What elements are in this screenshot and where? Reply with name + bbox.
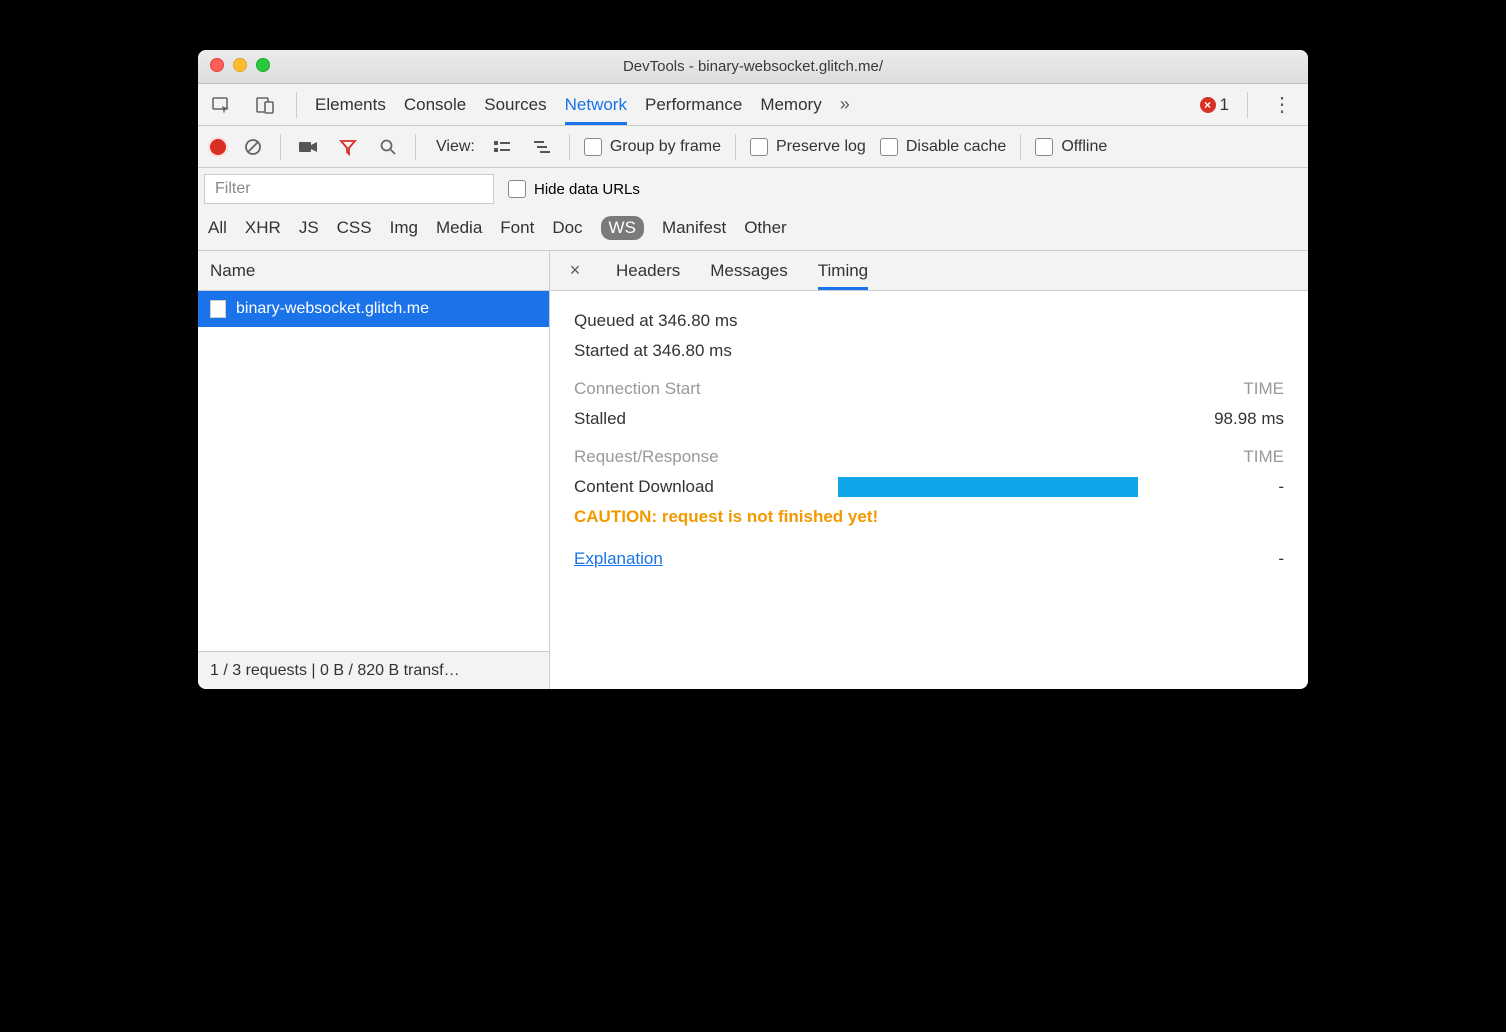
time-header: TIME — [1174, 379, 1284, 399]
content-download-bar — [834, 477, 1174, 497]
connection-start-heading: Connection Start — [574, 379, 834, 399]
more-tabs-button[interactable]: » — [840, 94, 850, 115]
clear-icon[interactable] — [240, 134, 266, 160]
request-response-heading: Request/Response — [574, 447, 834, 467]
explanation-link[interactable]: Explanation — [574, 549, 663, 568]
group-by-frame-checkbox[interactable]: Group by frame — [584, 138, 721, 156]
type-css[interactable]: CSS — [337, 218, 372, 238]
separator — [1020, 134, 1021, 160]
window-title: DevTools - binary-websocket.glitch.me/ — [623, 58, 883, 75]
camera-icon[interactable] — [295, 134, 321, 160]
record-button[interactable] — [210, 139, 226, 155]
timing-panel: Queued at 346.80 ms Started at 346.80 ms… — [550, 291, 1308, 589]
network-toolbar: View: Group by frame Preserve log Disabl… — [198, 126, 1308, 168]
separator — [1247, 92, 1248, 118]
tab-console[interactable]: Console — [404, 85, 466, 125]
file-icon — [210, 300, 226, 318]
type-xhr[interactable]: XHR — [245, 218, 281, 238]
traffic-lights — [210, 58, 270, 72]
tab-messages[interactable]: Messages — [710, 252, 787, 290]
tab-performance[interactable]: Performance — [645, 85, 742, 125]
close-detail-icon[interactable]: × — [564, 260, 586, 281]
stalled-value: 98.98 ms — [1174, 409, 1284, 429]
tab-timing[interactable]: Timing — [818, 252, 868, 290]
explanation-value: - — [1174, 549, 1284, 569]
large-rows-icon[interactable] — [489, 134, 515, 160]
error-badge[interactable]: × 1 — [1200, 95, 1229, 115]
type-js[interactable]: JS — [299, 218, 319, 238]
tab-memory[interactable]: Memory — [760, 85, 821, 125]
preserve-log-checkbox[interactable]: Preserve log — [750, 138, 866, 156]
detail-panel: × Headers Messages Timing Queued at 346.… — [550, 251, 1308, 689]
type-all[interactable]: All — [208, 218, 227, 238]
content-area: Name binary-websocket.glitch.me 1 / 3 re… — [198, 251, 1308, 689]
request-list: binary-websocket.glitch.me — [198, 291, 549, 651]
titlebar: DevTools - binary-websocket.glitch.me/ — [198, 50, 1308, 84]
request-row[interactable]: binary-websocket.glitch.me — [198, 291, 549, 327]
zoom-window-button[interactable] — [256, 58, 270, 72]
separator — [280, 134, 281, 160]
started-text: Started at 346.80 ms — [574, 341, 732, 361]
settings-kebab-icon[interactable]: ⋮ — [1266, 92, 1298, 117]
disable-cache-checkbox[interactable]: Disable cache — [880, 138, 1007, 156]
resource-type-filter: All XHR JS CSS Img Media Font Doc WS Man… — [198, 210, 1308, 250]
main-tabs: Elements Console Sources Network Perform… — [198, 84, 1308, 126]
tab-elements[interactable]: Elements — [315, 85, 386, 125]
filter-input[interactable] — [204, 174, 494, 204]
separator — [415, 134, 416, 160]
type-font[interactable]: Font — [500, 218, 534, 238]
separator — [296, 92, 297, 118]
type-other[interactable]: Other — [744, 218, 787, 238]
devtools-window: DevTools - binary-websocket.glitch.me/ E… — [198, 50, 1308, 689]
time-header: TIME — [1174, 447, 1284, 467]
separator — [569, 134, 570, 160]
type-doc[interactable]: Doc — [552, 218, 582, 238]
device-toggle-icon[interactable] — [252, 92, 278, 118]
tab-sources[interactable]: Sources — [484, 85, 546, 125]
filter-bar: Hide data URLs All XHR JS CSS Img Media … — [198, 168, 1308, 251]
detail-tabs: × Headers Messages Timing — [550, 251, 1308, 291]
type-ws[interactable]: WS — [601, 216, 644, 240]
separator — [735, 134, 736, 160]
filter-icon[interactable] — [335, 134, 361, 160]
request-list-panel: Name binary-websocket.glitch.me 1 / 3 re… — [198, 251, 550, 689]
tab-headers[interactable]: Headers — [616, 252, 680, 290]
type-manifest[interactable]: Manifest — [662, 218, 726, 238]
error-count: 1 — [1220, 95, 1229, 115]
content-download-value: - — [1174, 477, 1284, 497]
status-bar: 1 / 3 requests | 0 B / 820 B transf… — [198, 651, 549, 689]
minimize-window-button[interactable] — [233, 58, 247, 72]
request-name: binary-websocket.glitch.me — [236, 300, 429, 318]
content-download-label: Content Download — [574, 477, 834, 497]
stalled-label: Stalled — [574, 409, 834, 429]
close-window-button[interactable] — [210, 58, 224, 72]
type-img[interactable]: Img — [390, 218, 418, 238]
offline-checkbox[interactable]: Offline — [1035, 138, 1107, 156]
hide-data-urls-checkbox[interactable]: Hide data URLs — [508, 180, 640, 198]
name-column-header[interactable]: Name — [198, 251, 549, 291]
type-media[interactable]: Media — [436, 218, 482, 238]
queued-text: Queued at 346.80 ms — [574, 311, 738, 331]
error-icon: × — [1200, 97, 1216, 113]
search-icon[interactable] — [375, 134, 401, 160]
stalled-bar — [834, 409, 1174, 429]
view-label: View: — [436, 138, 475, 156]
caution-text: CAUTION: request is not finished yet! — [574, 507, 1284, 527]
tab-network[interactable]: Network — [565, 85, 627, 125]
waterfall-icon[interactable] — [529, 134, 555, 160]
inspect-icon[interactable] — [208, 92, 234, 118]
